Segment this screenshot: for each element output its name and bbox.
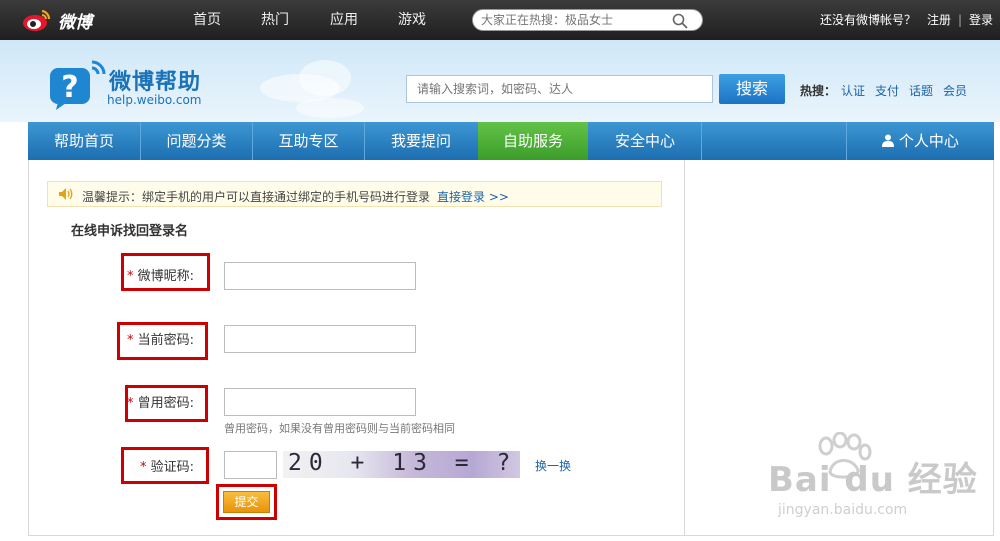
current-password-field: [224, 325, 416, 353]
hot-link-pay[interactable]: 支付: [875, 82, 899, 99]
top-bar: 微博 首页 热门 应用 游戏 还没有微博帐号？ 注册 | 登录: [0, 0, 1000, 40]
submit-button[interactable]: 提交: [223, 491, 270, 513]
nickname-label: * 微博昵称:: [127, 265, 194, 284]
captcha-input[interactable]: [225, 452, 276, 478]
no-account-text: 还没有微博帐号？: [820, 13, 917, 27]
captcha-label: * 验证码:: [140, 456, 194, 475]
watermark-url: jingyan.baidu.com: [778, 502, 908, 518]
required-star: *: [127, 333, 134, 348]
hot-link-topic[interactable]: 话题: [909, 82, 933, 99]
top-search-input[interactable]: [481, 12, 666, 28]
tab-personal-center[interactable]: 个人中心: [847, 122, 994, 160]
used-password-label-text: 曾用密码:: [137, 396, 195, 411]
used-password-input[interactable]: [225, 389, 415, 415]
logo-text: 微博: [58, 12, 92, 33]
register-link[interactable]: 注册: [927, 0, 951, 40]
form-title: 在线申诉找回登录名: [71, 224, 189, 239]
right-panel-divider: [684, 160, 685, 536]
top-search-box: [472, 9, 703, 31]
tab-ask-question[interactable]: 我要提问: [365, 122, 477, 160]
captcha-label-text: 验证码:: [150, 460, 195, 475]
required-star: *: [127, 269, 134, 284]
nav-games[interactable]: 游戏: [398, 0, 426, 40]
help-title: 微博帮助: [109, 70, 202, 95]
watermark-text: Bai du 经验: [768, 460, 978, 500]
search-button[interactable]: 搜索: [719, 74, 785, 104]
svg-text:?: ?: [61, 70, 78, 105]
weibo-logo[interactable]: 微博: [22, 6, 92, 34]
used-password-field: [224, 388, 416, 416]
tab-self-service[interactable]: 自助服务: [478, 122, 588, 160]
required-star: *: [140, 460, 147, 475]
current-password-label-text: 当前密码:: [137, 333, 195, 348]
required-star: *: [127, 396, 134, 411]
tip-text: 温馨提示：绑定手机的用户可以直接通过绑定的手机号码进行登录: [82, 190, 431, 204]
search-icon[interactable]: [672, 13, 688, 29]
nickname-label-text: 微博昵称:: [137, 269, 195, 284]
current-password-label: * 当前密码:: [127, 329, 194, 348]
current-password-input[interactable]: [225, 326, 415, 352]
nav-hot[interactable]: 热门: [261, 0, 289, 40]
direct-login-link[interactable]: 直接登录 >>: [437, 188, 509, 205]
refresh-captcha-link[interactable]: 换一换: [535, 457, 571, 474]
main-nav: 帮助首页 问题分类 互助专区 我要提问 自助服务 安全中心 个人中心: [28, 122, 994, 160]
tab-help-home[interactable]: 帮助首页: [28, 122, 140, 160]
captcha-field: [224, 451, 277, 479]
nickname-field: [224, 262, 416, 290]
tab-security-center[interactable]: 安全中心: [589, 122, 701, 160]
personal-center-label: 个人中心: [898, 132, 959, 150]
nav-divider: [701, 122, 702, 160]
help-search-input[interactable]: [407, 76, 707, 102]
user-icon: [882, 134, 895, 147]
weibo-eye-icon: [23, 9, 51, 31]
used-password-hint: 曾用密码，如果没有曾用密码则与当前密码相同: [224, 422, 455, 435]
speaker-icon: [59, 188, 73, 200]
captcha-text: 20 + 13 = ?: [288, 450, 518, 476]
used-password-label: * 曾用密码:: [127, 392, 194, 411]
hot-link-member[interactable]: 会员: [943, 82, 967, 99]
hot-link-verify[interactable]: 认证: [841, 82, 865, 99]
help-search-box: [406, 75, 713, 103]
nav-home[interactable]: 首页: [193, 0, 221, 40]
help-question-icon: ?: [50, 60, 106, 110]
hot-search-label: 热搜：: [800, 84, 837, 98]
tab-categories[interactable]: 问题分类: [141, 122, 252, 160]
help-url: help.weibo.com: [107, 93, 202, 107]
nickname-input[interactable]: [225, 263, 415, 289]
nav-apps[interactable]: 应用: [330, 0, 358, 40]
tab-mutual-help[interactable]: 互助专区: [253, 122, 364, 160]
cloud-decoration-2: [296, 98, 364, 118]
top-separator: |: [958, 13, 963, 27]
login-link[interactable]: 登录: [969, 0, 993, 40]
